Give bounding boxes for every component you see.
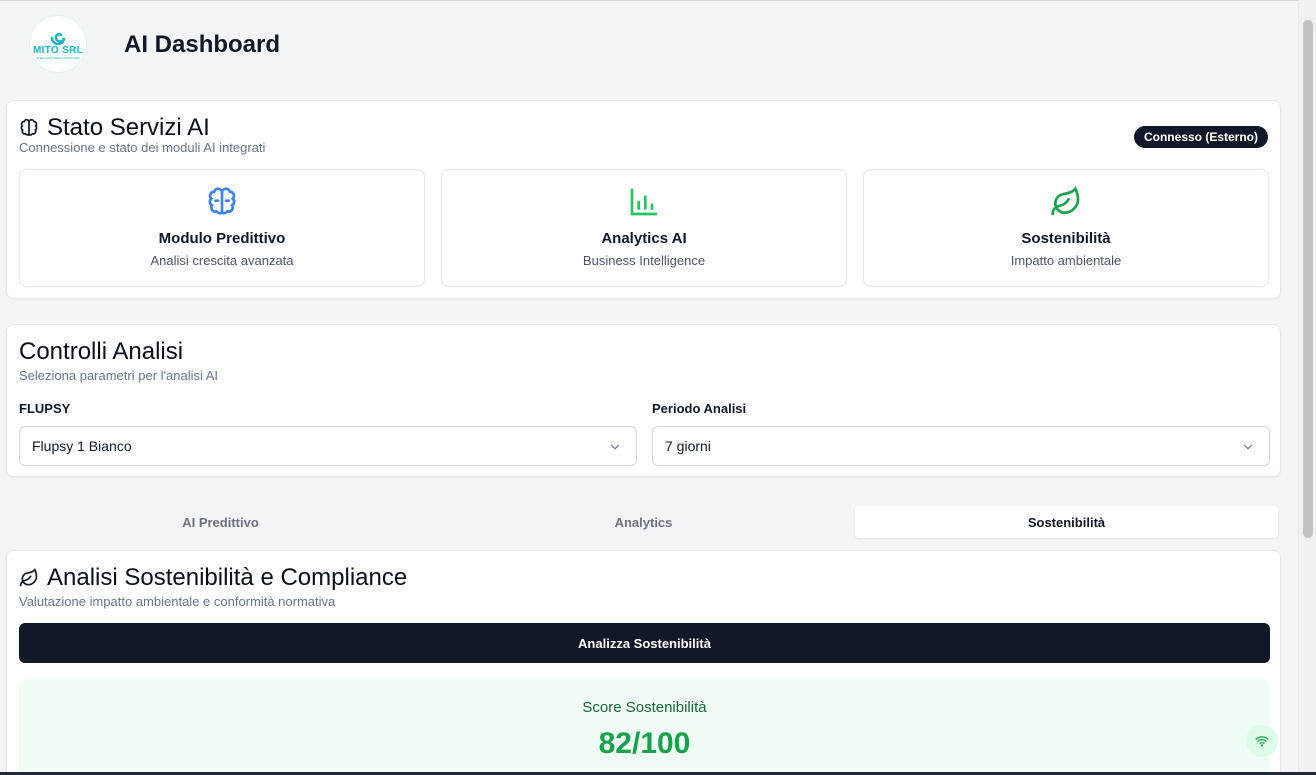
period-label: Periodo Analisi — [652, 401, 747, 416]
connection-status-badge: Connesso (Esterno) — [1133, 126, 1268, 148]
chevron-down-icon — [610, 444, 620, 450]
wave-icon — [50, 32, 66, 45]
score-value: 82/100 — [598, 727, 691, 760]
sustainability-title: Analisi Sostenibilità e Compliance — [19, 564, 407, 592]
controls-title: Controlli Analisi — [19, 338, 184, 365]
module-analytics[interactable]: Analytics AI Business Intelligence — [441, 169, 847, 287]
connection-status-button[interactable] — [1246, 725, 1278, 757]
period-select-value: 7 giorni — [665, 438, 711, 454]
module-subtitle: Analisi crescita avanzata — [150, 253, 294, 268]
module-subtitle: Business Intelligence — [582, 253, 706, 268]
ai-services-subtitle: Connessione e stato dei moduli AI integr… — [19, 140, 266, 155]
module-title: Modulo Predittivo — [158, 230, 286, 247]
ai-services-title-text: Stato Servizi AI — [47, 114, 210, 141]
module-title: Sostenibilità — [1021, 230, 1111, 247]
page-title: AI Dashboard — [124, 31, 281, 58]
flupsy-select[interactable]: Flupsy 1 Bianco — [19, 426, 637, 466]
sustainability-card: Analisi Sostenibilità e Compliance Valut… — [6, 550, 1281, 772]
logo-text: MITO SRL — [33, 44, 83, 56]
module-predictive[interactable]: Modulo Predittivo Analisi crescita avanz… — [19, 169, 425, 287]
tab-analytics[interactable]: Analytics — [432, 506, 855, 538]
sustainability-title-text: Analisi Sostenibilità e Compliance — [47, 564, 408, 591]
scrollbar-thumb[interactable] — [1303, 20, 1313, 538]
ai-services-title: Stato Servizi AI — [19, 114, 210, 142]
module-title: Analytics AI — [601, 230, 687, 247]
page-viewport: MITO SRL SHELLFISH SEED PRODUCER AI Dash… — [0, 0, 1298, 772]
chevron-down-icon — [1243, 444, 1253, 450]
analyze-sustainability-button[interactable]: Analizza Sostenibilità — [19, 623, 1270, 663]
tab-ai-predictive[interactable]: AI Predittivo — [9, 506, 432, 538]
brain-icon — [208, 187, 236, 215]
analysis-controls-card: Controlli Analisi Seleziona parametri pe… — [6, 324, 1281, 477]
controls-subtitle: Seleziona parametri per l'analisi AI — [19, 368, 219, 383]
period-select[interactable]: 7 giorni — [652, 426, 1270, 466]
analysis-tabs: AI Predittivo Analytics Sostenibilità — [6, 503, 1281, 541]
flupsy-select-value: Flupsy 1 Bianco — [32, 438, 132, 454]
score-label: Score Sostenibilità — [582, 699, 707, 716]
leaf-icon — [1051, 186, 1080, 216]
leaf-icon — [19, 568, 38, 587]
brain-icon — [20, 118, 38, 136]
sustainability-subtitle: Valutazione impatto ambientale e conform… — [19, 594, 336, 609]
tab-sustainability[interactable]: Sostenibilità — [855, 506, 1278, 538]
header: MITO SRL SHELLFISH SEED PRODUCER AI Dash… — [0, 1, 1298, 93]
flupsy-label: FLUPSY — [19, 401, 71, 416]
sustainability-score-panel: Score Sostenibilità 82/100 — [19, 679, 1270, 772]
ai-services-card: Stato Servizi AI Connessione e stato dei… — [6, 100, 1281, 299]
logo-tagline: SHELLFISH SEED PRODUCER — [36, 55, 80, 60]
wifi-icon — [1255, 736, 1269, 747]
vertical-scrollbar[interactable] — [1298, 0, 1316, 772]
module-subtitle: Impatto ambientale — [1010, 253, 1122, 268]
bar-chart-icon — [630, 188, 658, 216]
module-sustainability[interactable]: Sostenibilità Impatto ambientale — [863, 169, 1269, 287]
company-logo[interactable]: MITO SRL SHELLFISH SEED PRODUCER — [29, 15, 87, 73]
